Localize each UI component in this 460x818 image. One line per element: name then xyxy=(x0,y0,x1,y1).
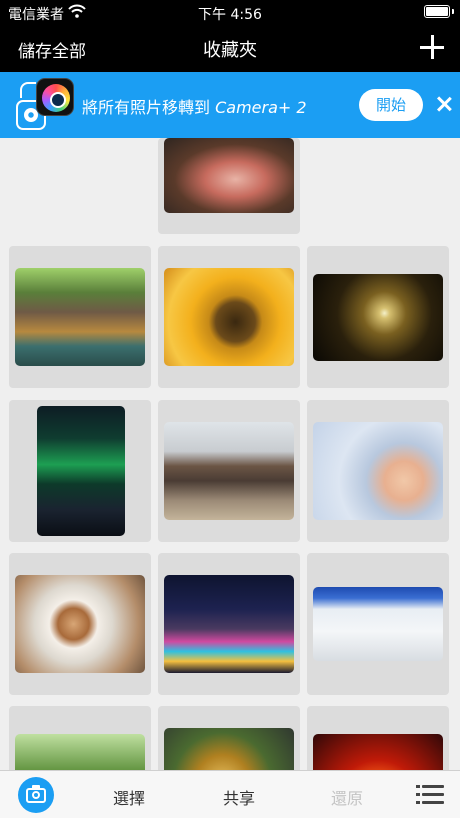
bottom-toolbar: 選擇 共享 還原 xyxy=(0,770,460,818)
photo-thumbnail xyxy=(313,734,443,770)
photo-cell[interactable] xyxy=(158,553,300,695)
photo-thumbnail xyxy=(313,274,443,361)
photo-thumbnail xyxy=(164,728,294,770)
battery-icon xyxy=(424,5,450,18)
photo-thumbnail xyxy=(15,575,145,673)
select-button[interactable]: 選擇 xyxy=(113,785,145,809)
banner-brand: Camera+ 2 xyxy=(215,98,307,117)
photo-cell[interactable] xyxy=(158,246,300,388)
clock: 下午 4:56 xyxy=(198,7,262,23)
photo-cell[interactable] xyxy=(158,706,300,770)
photo-cell[interactable] xyxy=(158,400,300,542)
photo-cell[interactable] xyxy=(158,138,300,234)
photo-grid xyxy=(0,138,460,770)
photo-cell[interactable] xyxy=(9,553,151,695)
photo-thumbnail xyxy=(313,587,443,661)
photo-thumbnail xyxy=(164,575,294,673)
photo-thumbnail xyxy=(37,406,125,536)
migration-banner: 將所有照片移轉到 Camera+ 2 開始 xyxy=(0,72,460,138)
status-bar: 電信業者 下午 4:56 xyxy=(0,0,460,24)
plus-icon[interactable] xyxy=(420,35,444,59)
transfer-arrow-icon xyxy=(20,82,36,98)
photo-cell[interactable] xyxy=(9,246,151,388)
list-icon[interactable] xyxy=(416,784,444,806)
photo-cell[interactable] xyxy=(9,706,151,770)
restore-button[interactable]: 還原 xyxy=(331,785,363,809)
camera-plus-2-app-icon xyxy=(36,78,74,116)
photo-cell[interactable] xyxy=(307,553,449,695)
photo-cell[interactable] xyxy=(307,400,449,542)
photo-thumbnail xyxy=(15,734,145,770)
share-button[interactable]: 共享 xyxy=(223,785,255,809)
photo-cell[interactable] xyxy=(307,246,449,388)
page-title: 收藏夾 xyxy=(203,40,257,61)
photo-thumbnail xyxy=(313,422,443,520)
banner-message-prefix: 將所有照片移轉到 xyxy=(82,98,216,117)
close-icon[interactable] xyxy=(436,96,452,112)
battery-tip xyxy=(452,9,454,14)
nav-bar: 儲存全部 收藏夾 xyxy=(0,24,460,72)
camera-icon[interactable] xyxy=(18,777,54,813)
photo-thumbnail xyxy=(164,138,294,213)
photo-thumbnail xyxy=(164,422,294,520)
start-button[interactable]: 開始 xyxy=(359,89,423,121)
photo-cell[interactable] xyxy=(307,706,449,770)
banner-message: 將所有照片移轉到 Camera+ 2 xyxy=(82,94,307,118)
photo-thumbnail xyxy=(15,268,145,366)
photo-cell[interactable] xyxy=(9,400,151,542)
photo-thumbnail xyxy=(164,268,294,366)
